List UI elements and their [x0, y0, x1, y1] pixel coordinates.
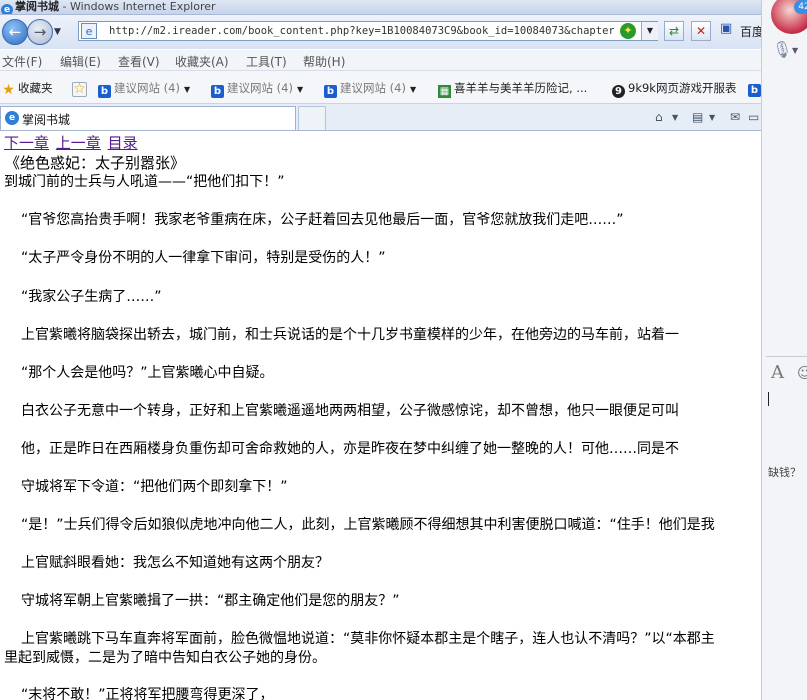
favorites-bar: ★ 收藏夹 ☆ b 建议网站 (4) ▼ b 建议网站 (4) ▼ b 建议网站 (4) ▼ …	[0, 71, 762, 104]
side-panel-text: 缺钱？	[768, 466, 801, 479]
notification-badge: 42	[794, 0, 807, 14]
new-tab-button[interactable]	[298, 106, 326, 130]
chapter-paragraph: 守城将军朝上官紫曦揖了一拱：“郡主确定他们是您的朋友？”	[21, 593, 400, 609]
chevron-down-icon[interactable]: ▼	[672, 113, 678, 122]
menu-help[interactable]: 帮助(H)	[303, 53, 345, 70]
favorites-label: 收藏夹	[18, 81, 53, 95]
address-input[interactable]: http://m2.ireader.com/book_content.php?k…	[109, 24, 614, 39]
favorite-link-suggested-3[interactable]: b 建议网站 (4) ▼	[324, 80, 416, 98]
refresh-button[interactable]: ⇄	[664, 21, 684, 41]
chapter-paragraph: 守城将军下令道：“把他们两个即刻拿下！”	[21, 479, 288, 495]
print-icon[interactable]: ▭	[748, 110, 759, 124]
read-mail-icon[interactable]: ✉	[730, 110, 740, 124]
menu-edit[interactable]: 编辑(E)	[60, 53, 101, 70]
chapter-paragraph: 他，正是昨日在西厢楼身负重伤却可舍命救她的人，亦是昨夜在梦中纠缠了她一整晚的人！…	[21, 441, 679, 457]
chapter-paragraph: “太子严令身份不明的人一律拿下审问，特别是受伤的人！”	[21, 250, 386, 266]
address-dropdown-icon[interactable]: ▼	[641, 22, 658, 40]
message-input-caret	[768, 392, 769, 406]
chapter-navigation: 下一章 上一章 目录	[4, 132, 140, 153]
site-favicon-icon: ▦	[438, 85, 451, 98]
page-icon: e	[81, 23, 97, 39]
chapter-text-line: 到城门前的士兵与人吼道——“把他们扣下！”	[4, 174, 285, 190]
stop-icon: ✕	[695, 24, 707, 38]
chevron-down-icon[interactable]: ▼	[792, 46, 798, 55]
tab-current-page[interactable]: e 掌阅书城	[0, 106, 296, 130]
chapter-paragraph: “那个人会是他吗？”上官紫曦心中自疑。	[21, 365, 274, 381]
microphone-icon[interactable]: 🎙	[772, 40, 792, 59]
bing-icon: b	[98, 85, 111, 98]
table-of-contents-link[interactable]: 目录	[108, 134, 138, 152]
favorite-link-label: 建议网站 (4)	[114, 81, 180, 95]
back-arrow-icon: ←	[8, 23, 22, 41]
bing-icon: b	[211, 85, 224, 98]
favorite-link-xiyangyang[interactable]: ▦ 喜羊羊与美羊羊历险记, ...	[438, 80, 587, 98]
address-toolbar: ← → ▼ e http://m2.ireader.com/book_conte…	[0, 15, 764, 49]
chevron-down-icon: ▼	[409, 85, 417, 94]
chevron-down-icon: ▼	[296, 85, 304, 94]
chapter-paragraph-continuation: 里起到威慑，二是为了暗中告知白衣公子她的身份。	[4, 650, 326, 666]
chat-side-panel: 42 🎙 ▼ A ☺ 缺钱？	[761, 0, 807, 700]
home-icon[interactable]: ⌂	[655, 110, 663, 124]
favorite-link-label: 9k9k网页游戏开服表	[628, 81, 737, 95]
next-chapter-link[interactable]: 下一章	[4, 134, 49, 152]
ie-logo-icon: e	[1, 4, 13, 14]
window-app-name: Windows Internet Explorer	[69, 0, 216, 13]
refresh-icon: ⇄	[668, 24, 680, 38]
menu-file[interactable]: 文件(F)	[2, 53, 42, 70]
menu-view[interactable]: 查看(V)	[118, 53, 160, 70]
font-format-icon[interactable]: A	[771, 362, 784, 383]
compatibility-view-icon[interactable]: ✦	[620, 23, 636, 39]
bing-icon: b	[324, 85, 337, 98]
book-title: 《绝色惑妃：太子别嚣张》	[5, 154, 186, 172]
favorite-link-label: 喜羊羊与美羊羊历险记, ...	[454, 81, 588, 95]
ie-page-icon: e	[5, 111, 19, 125]
forward-arrow-icon: →	[33, 23, 47, 41]
back-button[interactable]: ←	[2, 19, 28, 45]
chevron-down-icon: ▼	[183, 85, 191, 94]
emoji-icon[interactable]: ☺	[797, 364, 807, 382]
menu-favorites[interactable]: 收藏夹(A)	[175, 53, 229, 70]
forward-button[interactable]: →	[27, 19, 53, 45]
favorites-button[interactable]: ★ 收藏夹	[2, 80, 53, 98]
chapter-paragraph: “官爷您高抬贵手啊！我家老爷重病在床，公子赶着回去见他最后一面，官爷您就放我们走…	[21, 212, 624, 228]
bing-icon: b	[748, 84, 761, 97]
menu-bar: 文件(F) 编辑(E) 查看(V) 收藏夹(A) 工具(T) 帮助(H)	[0, 50, 762, 71]
window-page-title: 掌阅书城	[15, 0, 59, 13]
recent-pages-dropdown-icon[interactable]: ▼	[54, 27, 61, 37]
chapter-paragraph: “我家公子生病了……”	[21, 289, 162, 305]
stop-button[interactable]: ✕	[691, 21, 711, 41]
favorite-link-suggested-1[interactable]: b 建议网站 (4) ▼	[98, 80, 190, 98]
site-favicon-icon: 9	[612, 85, 625, 98]
chapter-paragraph: “末将不敢！”正将将军把腰弯得更深了，	[21, 687, 274, 700]
menu-tools[interactable]: 工具(T)	[246, 53, 287, 70]
address-bar[interactable]: e http://m2.ireader.com/book_content.php…	[78, 21, 658, 41]
favorite-link-label: 建议网站 (4)	[340, 81, 406, 95]
feeds-icon[interactable]: ▤	[692, 110, 703, 124]
tab-label: 掌阅书城	[22, 113, 71, 127]
favorites-star-icon: ★	[2, 82, 15, 98]
search-provider-icon[interactable]: ▣	[720, 21, 736, 37]
favorite-link-suggested-2[interactable]: b 建议网站 (4) ▼	[211, 80, 303, 98]
chapter-paragraph: 上官紫曦跳下马车直奔将军面前，脸色微愠地说道：“莫非你怀疑本郡主是个瞎子，连人也…	[21, 631, 715, 647]
page-content: 下一章 上一章 目录 《绝色惑妃：太子别嚣张》 到城门前的士兵与人吼道——“把他…	[0, 131, 760, 700]
add-favorite-icon: ☆	[72, 81, 87, 97]
panel-divider	[766, 356, 807, 357]
window-title-separator: -	[59, 0, 70, 13]
favorite-link-label: 建议网站 (4)	[227, 81, 293, 95]
prev-chapter-link[interactable]: 上一章	[56, 134, 101, 152]
chapter-paragraph: 白衣公子无意中一个转身，正好和上官紫曦遥遥地两两相望，公子微感惊诧，却不曾想，他…	[21, 403, 679, 419]
chapter-paragraph: 上官赋斜眼看她：我怎么不知道她有这两个朋友？	[21, 555, 329, 571]
tab-bar: e 掌阅书城 ⌂ ▼ ▤ ▼ ✉ ▭	[0, 104, 762, 131]
chevron-down-icon[interactable]: ▼	[709, 113, 715, 122]
chapter-paragraph: 上官紫曦将脑袋探出轿去，城门前，和士兵说话的是个十几岁书童模样的少年，在他旁边的…	[21, 327, 679, 343]
window-title-bar: e 掌阅书城 - Windows Internet Explorer	[0, 0, 762, 15]
add-to-favorites-bar-button[interactable]: ☆	[72, 80, 90, 97]
favorite-link-9k9k[interactable]: 9 9k9k网页游戏开服表	[612, 80, 736, 98]
chapter-paragraph: “是！”士兵们得令后如狼似虎地冲向他二人，此刻，上官紫曦顾不得细想其中利害便脱口…	[21, 517, 715, 533]
